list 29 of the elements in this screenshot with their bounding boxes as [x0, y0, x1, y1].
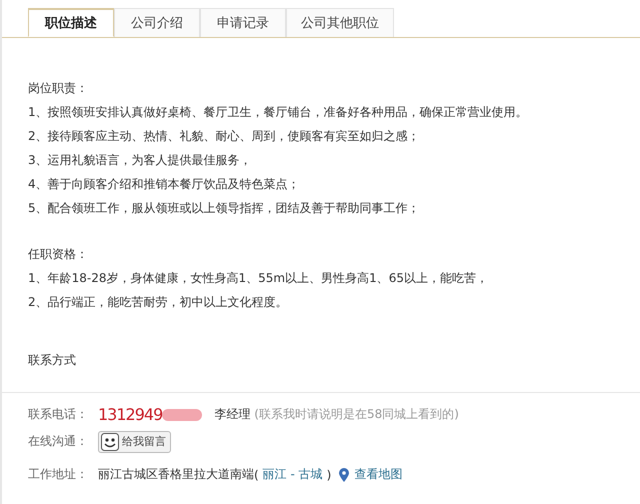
phone-number: 1312949	[98, 405, 162, 424]
map-link[interactable]: 查看地图	[354, 466, 402, 483]
tab[interactable]: 申请记录	[200, 8, 286, 37]
list-item: 2、接待顾客应主动、热情、礼貌、耐心、周到，使顾客有宾至如归之感；	[28, 128, 421, 145]
list-item: 4、善于向顾客介绍和推销本餐厅饮品及特色菜点；	[28, 176, 301, 193]
message-button[interactable]: 给我留言	[98, 430, 171, 452]
field-label: 在线沟通：	[28, 433, 89, 450]
list-item: 1、按照领班安排认真做好桌椅、餐厅卫生，餐厅铺台，准备好各种用品，确保正常营业使用。	[28, 104, 529, 121]
list-item: 1、年龄18-28岁，身体健康，女性身高1、55m以上、男性身高1、65以上，能吃苦，	[28, 270, 490, 287]
redaction-blur	[162, 408, 202, 422]
tab[interactable]: 公司介绍	[114, 8, 200, 37]
list-item: 2、品行端正，能吃苦耐劳，初中以上文化程度。	[28, 294, 289, 311]
contact-note: (联系我时请说明是在58同城上看到的)	[254, 406, 459, 423]
section-heading: 任职资格：	[28, 246, 89, 263]
tab[interactable]: 公司其他职位	[286, 8, 394, 37]
field-label: 联系电话：	[28, 406, 89, 423]
paren-text: (	[254, 468, 259, 482]
section-heading: 联系方式	[28, 352, 77, 369]
smiley-icon	[101, 432, 119, 450]
field-label: 工作地址：	[28, 466, 89, 483]
tab[interactable]: 职位描述	[28, 8, 114, 37]
list-item: 3、运用礼貌语言，为客人提供最佳服务，	[28, 152, 253, 169]
area-link[interactable]: 丽江 - 古城	[262, 466, 323, 483]
paren-text: )	[326, 468, 332, 482]
address-text: 丽江古城区香格里拉大道南端	[98, 466, 254, 483]
section-heading: 岗位职责：	[28, 80, 89, 97]
contact-name: 李经理	[214, 406, 250, 423]
map-pin-icon	[339, 468, 350, 482]
list-item: 5、配合领班工作，服从领班或以上领导指挥，团结及善于帮助同事工作；	[28, 200, 421, 217]
